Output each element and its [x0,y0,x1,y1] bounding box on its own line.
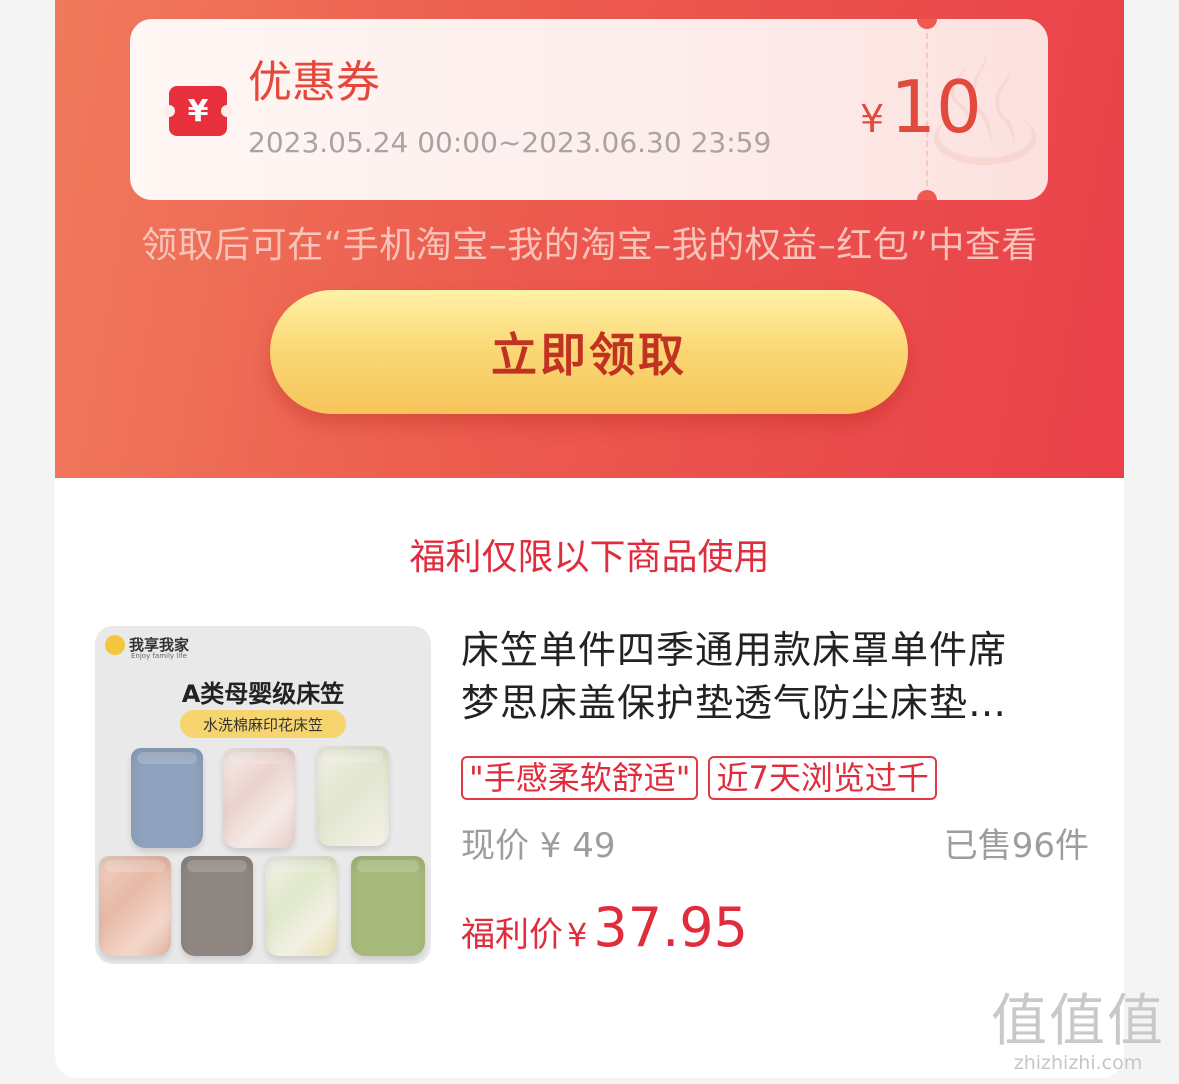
claim-now-button[interactable]: 立即领取 [270,290,908,414]
current-price: 现价 ¥ 49 [461,826,616,866]
coupon-title: 优惠券 [248,57,380,108]
sheet-cream-floral [317,746,389,846]
product-tag: "手感柔软舒适" [461,756,699,800]
brand-logo-icon [105,634,125,655]
coupon-validity: 2023.05.24 00:00~2023.06.30 23:59 [248,126,772,159]
site-watermark: 值值值 zhizhizhi.com [991,989,1165,1075]
sheet-grey [181,856,253,956]
welfare-price-label: 福利价 [461,915,563,955]
sheet-pink-floral [223,748,295,848]
welfare-price: 福利价 ¥ 37.95 [461,896,748,960]
sheet-peach-floral [99,856,171,956]
image-headline: A类母婴级床笠 [181,680,345,708]
product-tags: "手感柔软舒适" 近7天浏览过千 [461,756,937,800]
product-tag: 近7天浏览过千 [708,756,937,800]
image-tag: 水洗棉麻印花床笠 [180,710,346,738]
product-card: 福利仅限以下商品使用 我享我家 Enjoy family life A类母婴级床… [55,478,1124,1078]
coupon-currency: ¥ [860,97,885,141]
yen-ticket-icon: ¥ [163,86,233,136]
sheet-blue [131,748,203,848]
sold-count: 已售96件 [943,826,1089,866]
coupon-amount: ¥ 10 [860,67,982,147]
welfare-price-value: 37.95 [593,896,748,959]
price-row: 现价 ¥ 49 已售96件 [461,824,1089,868]
welfare-price-currency: ¥ [567,916,588,954]
page: ♨ ¥ 优惠券 2023.05.24 00:00~2023.06.30 23:5… [0,0,1179,1084]
product-image[interactable]: 我享我家 Enjoy family life A类母婴级床笠 水洗棉麻印花床笠 [95,626,431,964]
brand-logo: 我享我家 Enjoy family life [105,634,189,660]
sheet-white-floral [265,856,337,956]
coupon-card: ♨ ¥ 优惠券 2023.05.24 00:00~2023.06.30 23:5… [130,19,1048,200]
coupon-amount-value: 10 [890,65,982,149]
section-title: 福利仅限以下商品使用 [409,537,770,578]
claim-hint-text: 领取后可在“手机淘宝–我的淘宝–我的权益–红包”中查看 [141,225,1038,266]
product-title[interactable]: 床笠单件四季通用款床罩单件席 梦思床盖保护垫透气防尘床垫… [461,624,1061,730]
sheet-green [351,856,425,956]
